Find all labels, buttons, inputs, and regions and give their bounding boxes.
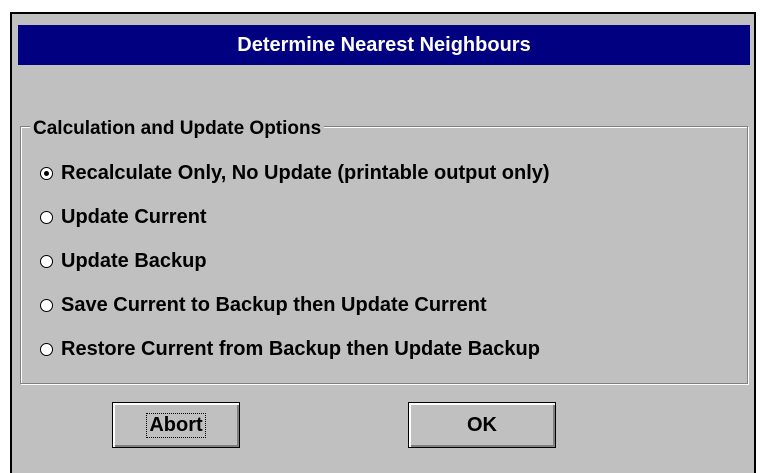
options-group-label: Calculation and Update Options <box>30 118 325 140</box>
radio-option-label: Recalculate Only, No Update (printable o… <box>61 162 550 184</box>
dialog-title-bar: Determine Nearest Neighbours <box>18 25 750 65</box>
radio-option-recalculate-only[interactable]: Recalculate Only, No Update (printable o… <box>40 162 550 185</box>
radio-option-update-current[interactable]: Update Current <box>40 206 207 229</box>
radio-option-label: Restore Current from Backup then Update … <box>61 338 540 360</box>
radio-option-save-current-to-backup[interactable]: Save Current to Backup then Update Curre… <box>40 294 487 317</box>
radio-option-label: Update Backup <box>61 250 207 272</box>
ok-button-label: OK <box>467 413 497 436</box>
nearest-neighbours-dialog: Determine Nearest Neighbours Calculation… <box>10 12 756 473</box>
radio-option-label: Save Current to Backup then Update Curre… <box>61 294 487 316</box>
ok-button[interactable]: OK <box>408 402 556 448</box>
radio-button-icon[interactable] <box>40 211 53 224</box>
dialog-title: Determine Nearest Neighbours <box>237 33 531 56</box>
radio-button-icon[interactable] <box>40 343 53 356</box>
radio-button-checked-icon[interactable] <box>40 167 53 180</box>
abort-button[interactable]: Abort <box>112 402 240 448</box>
radio-option-update-backup[interactable]: Update Backup <box>40 250 207 273</box>
radio-option-label: Update Current <box>61 206 207 228</box>
radio-button-icon[interactable] <box>40 299 53 312</box>
radio-option-restore-current-from-backup[interactable]: Restore Current from Backup then Update … <box>40 338 540 361</box>
radio-button-icon[interactable] <box>40 255 53 268</box>
abort-button-label: Abort <box>146 412 206 438</box>
